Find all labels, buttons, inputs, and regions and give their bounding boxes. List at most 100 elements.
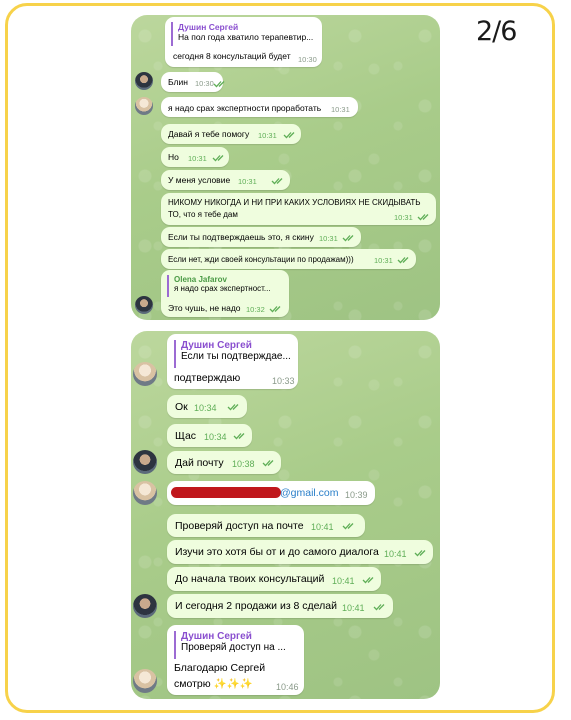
message-time: 10:41 bbox=[332, 576, 355, 586]
message-text: Если нет, жди своей консультации по прод… bbox=[168, 255, 354, 264]
outgoing-message[interactable]: Если нет, жди своей консультации по прод… bbox=[161, 249, 416, 269]
message-time: 10:46 bbox=[276, 682, 299, 692]
message-time: 10:33 bbox=[272, 376, 295, 386]
outgoing-message[interactable]: Давай я тебе помогу 10:31 bbox=[161, 124, 301, 144]
read-check-icon bbox=[373, 604, 385, 611]
reply-author: Olena Jafarov bbox=[174, 275, 227, 284]
outgoing-message[interactable]: НИКОМУ НИКОГДА И НИ ПРИ КАКИХ УСЛОВИЯХ Н… bbox=[161, 193, 436, 225]
message-text: Щас bbox=[175, 430, 197, 442]
message-time: 10:31 bbox=[319, 234, 338, 243]
outgoing-message[interactable]: Проверяй доступ на почте 10:41 bbox=[167, 514, 365, 537]
outgoing-message[interactable]: Если ты подтверждаешь это, я скину 10:31 bbox=[161, 227, 361, 247]
outgoing-message[interactable]: Но 10:31 bbox=[161, 147, 229, 167]
bottom-chat-screenshot: Душин Сергей Если ты подтверждае... подт… bbox=[131, 331, 440, 699]
message-text: Дай почту bbox=[175, 457, 224, 469]
incoming-message[interactable]: @gmail.com 10:39 bbox=[167, 481, 375, 505]
message-text: Благодарю Сергей bbox=[174, 662, 266, 674]
outgoing-message[interactable]: До начала твоих консультаций 10:41 bbox=[167, 567, 381, 591]
reply-quote[interactable]: Olena Jafarov я надо срах экспертност... bbox=[167, 275, 282, 297]
reply-author: Душин Сергей bbox=[181, 340, 252, 351]
page-number: 2/6 bbox=[476, 16, 517, 47]
outgoing-message[interactable]: И сегодня 2 продажи из 8 сделай 10:41 bbox=[167, 594, 393, 618]
message-text: Но bbox=[168, 152, 179, 162]
avatar[interactable] bbox=[133, 594, 157, 618]
message-time: 10:30 bbox=[298, 55, 317, 64]
avatar[interactable] bbox=[135, 97, 153, 115]
message-text: я надо срах экспертности проработать bbox=[168, 103, 322, 113]
read-check-icon bbox=[227, 404, 239, 411]
message-text: Это чушь, не надо bbox=[168, 303, 241, 313]
message-time: 10:34 bbox=[194, 403, 217, 413]
incoming-message[interactable]: я надо срах экспертности проработать 10:… bbox=[161, 97, 358, 117]
outgoing-message[interactable]: Дай почту 10:38 bbox=[167, 451, 281, 474]
message-text-line2: смотрю ✨✨✨ bbox=[174, 678, 253, 690]
outgoing-message[interactable]: У меня условие 10:31 bbox=[161, 170, 290, 190]
message-text: У меня условие bbox=[168, 175, 231, 185]
avatar[interactable] bbox=[133, 669, 157, 693]
message-time: 10:38 bbox=[232, 459, 255, 469]
message-time: 10:41 bbox=[384, 549, 407, 559]
outgoing-message[interactable]: Щас 10:34 bbox=[167, 424, 252, 447]
reply-text: На пол года хватило терапевтир... bbox=[178, 32, 314, 42]
outgoing-message[interactable]: Ок 10:34 bbox=[167, 395, 247, 418]
incoming-message[interactable]: Душин Сергей Проверяй доступ на ... Благ… bbox=[167, 625, 304, 695]
message-time: 10:31 bbox=[258, 131, 277, 140]
reply-quote[interactable]: Душин Сергей Если ты подтверждае... bbox=[174, 340, 294, 368]
reply-author: Душин Сергей bbox=[178, 22, 239, 32]
top-chat-screenshot: Душин Сергей На пол года хватило терапев… bbox=[131, 15, 440, 320]
message-text: Блин bbox=[168, 77, 188, 87]
message-time: 10:41 bbox=[311, 522, 334, 532]
outgoing-message[interactable]: Изучи это хотя бы от и до самого диалога… bbox=[167, 540, 433, 564]
message-text: Давай я тебе помогу bbox=[168, 129, 250, 139]
reply-author: Душин Сергей bbox=[181, 631, 252, 642]
message-time: 10:30 bbox=[195, 79, 214, 88]
read-check-icon bbox=[342, 235, 354, 242]
email-link[interactable]: @gmail.com bbox=[280, 487, 339, 499]
message-text-line2: ТО, что я тебе дам bbox=[168, 210, 238, 219]
reply-text: я надо срах экспертност... bbox=[174, 284, 271, 293]
outgoing-message[interactable]: Olena Jafarov я надо срах экспертност...… bbox=[161, 270, 289, 317]
read-check-icon bbox=[212, 155, 224, 162]
message-text: Проверяй доступ на почте bbox=[175, 520, 304, 532]
avatar[interactable] bbox=[133, 481, 157, 505]
message-text: Изучи это хотя бы от и до самого диалога bbox=[175, 546, 379, 558]
message-text: Если ты подтверждаешь это, я скину bbox=[168, 232, 314, 242]
read-check-icon bbox=[417, 214, 429, 221]
message-text: подтверждаю bbox=[174, 372, 241, 384]
read-check-icon bbox=[414, 550, 426, 557]
message-time: 10:39 bbox=[345, 490, 368, 500]
message-text: НИКОМУ НИКОГДА И НИ ПРИ КАКИХ УСЛОВИЯХ Н… bbox=[168, 198, 421, 207]
reply-text: Проверяй доступ на ... bbox=[181, 642, 286, 653]
read-check-icon bbox=[362, 577, 374, 584]
read-check-icon bbox=[342, 523, 354, 530]
message-text: Ок bbox=[175, 401, 188, 413]
message-time: 10:31 bbox=[331, 105, 350, 114]
read-check-icon bbox=[271, 178, 283, 185]
incoming-message[interactable]: Душин Сергей Если ты подтверждае... подт… bbox=[167, 334, 298, 389]
message-text: И сегодня 2 продажи из 8 сделай bbox=[175, 600, 338, 612]
message-time: 10:34 bbox=[204, 432, 227, 442]
message-time: 10:41 bbox=[342, 603, 365, 613]
reply-quote[interactable]: Душин Сергей На пол года хватило терапев… bbox=[171, 22, 317, 46]
reply-text: Если ты подтверждае... bbox=[181, 351, 291, 362]
message-text: сегодня 8 консультаций будет bbox=[173, 51, 291, 61]
message-time: 10:31 bbox=[374, 256, 393, 265]
incoming-message[interactable]: Душин Сергей На пол года хватило терапев… bbox=[165, 17, 322, 67]
redacted-email bbox=[171, 487, 281, 498]
avatar[interactable] bbox=[133, 362, 157, 386]
message-text: До начала твоих консультаций bbox=[175, 573, 325, 585]
avatar[interactable] bbox=[135, 72, 153, 90]
message-time: 10:31 bbox=[238, 177, 257, 186]
avatar[interactable] bbox=[133, 450, 157, 474]
read-check-icon bbox=[213, 81, 225, 88]
read-check-icon bbox=[283, 132, 295, 139]
message-time: 10:31 bbox=[394, 213, 413, 222]
read-check-icon bbox=[262, 460, 274, 467]
incoming-message[interactable]: Блин 10:30 bbox=[161, 72, 225, 92]
message-time: 10:31 bbox=[188, 154, 207, 163]
read-check-icon bbox=[233, 433, 245, 440]
reply-quote[interactable]: Душин Сергей Проверяй доступ на ... bbox=[174, 631, 298, 659]
read-check-icon bbox=[397, 257, 409, 264]
avatar[interactable] bbox=[135, 296, 153, 314]
message-time: 10:32 bbox=[246, 305, 265, 314]
